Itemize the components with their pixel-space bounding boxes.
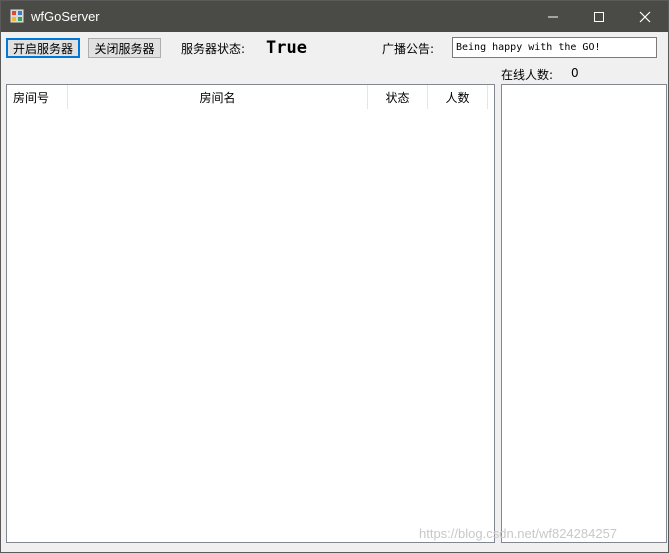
server-status-label: 服务器状态: (181, 42, 246, 56)
column-header-status[interactable]: 状态 (368, 85, 428, 109)
room-list[interactable]: 房间号 房间名 状态 人数 (6, 84, 495, 543)
stop-server-button[interactable]: 关闭服务器 (88, 38, 161, 58)
server-status-value: True (266, 38, 307, 58)
broadcast-label: 广播公告: (382, 42, 435, 56)
minimize-button[interactable] (530, 1, 576, 32)
room-list-header: 房间号 房间名 状态 人数 (7, 85, 494, 109)
column-header-room-id[interactable]: 房间号 (7, 85, 68, 109)
maximize-button[interactable] (576, 1, 622, 32)
window-title: wfGoServer (31, 9, 100, 24)
title-bar[interactable]: wfGoServer (1, 1, 668, 32)
app-icon (10, 9, 24, 23)
online-count-label: 在线人数: (501, 68, 554, 82)
online-count-value: 0 (571, 66, 579, 80)
watermark: https://blog.csdn.net/wf824284257 (419, 526, 618, 541)
close-button[interactable] (622, 1, 668, 32)
minimize-icon (548, 16, 558, 17)
start-server-button[interactable]: 开启服务器 (6, 38, 80, 58)
broadcast-input[interactable]: Being happy with the GO! (452, 37, 657, 58)
column-header-player-count[interactable]: 人数 (428, 85, 488, 109)
close-icon (639, 11, 651, 22)
maximize-icon (594, 11, 604, 22)
app-window: wfGoServer 开启服务器 关闭服务器 服务器状态: True 广播公告:… (0, 0, 669, 553)
online-user-list[interactable] (501, 84, 667, 543)
column-header-room-name[interactable]: 房间名 (68, 85, 368, 109)
